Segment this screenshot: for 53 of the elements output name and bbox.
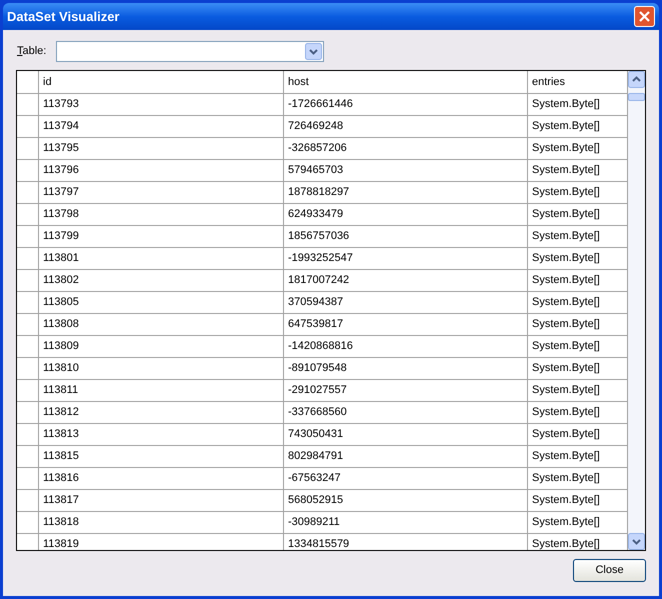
table-cell: 113809 xyxy=(39,336,284,357)
column-header[interactable]: host xyxy=(284,71,528,93)
table-cell: -326857206 xyxy=(284,138,528,159)
table-dropdown[interactable] xyxy=(56,40,324,62)
table-cell: 743050431 xyxy=(284,424,528,445)
table-cell: 647539817 xyxy=(284,314,528,335)
table-cell: 1856757036 xyxy=(284,226,528,247)
close-button[interactable]: Close xyxy=(573,559,646,582)
table-cell: 726469248 xyxy=(284,116,528,137)
scroll-up-icon[interactable] xyxy=(628,71,645,88)
table-cell: 113801 xyxy=(39,248,284,269)
column-header[interactable]: id xyxy=(39,71,284,93)
table-cell: -1420868816 xyxy=(284,336,528,357)
table-cell: 113819 xyxy=(39,534,284,550)
table-cell: 113813 xyxy=(39,424,284,445)
scrollbar[interactable] xyxy=(628,71,645,550)
table-cell: 1334815579 xyxy=(284,534,528,550)
table-cell: 1878818297 xyxy=(284,182,528,203)
table-cell: 113796 xyxy=(39,160,284,181)
table-label: Table: xyxy=(17,44,46,59)
table-cell: 113802 xyxy=(39,270,284,291)
table-cell: 113815 xyxy=(39,446,284,467)
table-cell: -1726661446 xyxy=(284,94,528,115)
table-cell: 579465703 xyxy=(284,160,528,181)
table-cell: 113810 xyxy=(39,358,284,379)
table-cell: -291027557 xyxy=(284,380,528,401)
table-cell: 370594387 xyxy=(284,292,528,313)
scroll-thumb[interactable] xyxy=(628,93,645,101)
table-cell: 802984791 xyxy=(284,446,528,467)
table-cell: -30989211 xyxy=(284,512,528,533)
table-cell: -891079548 xyxy=(284,358,528,379)
table-cell: -1993252547 xyxy=(284,248,528,269)
table-cell: 113794 xyxy=(39,116,284,137)
table-cell: 113816 xyxy=(39,468,284,489)
table-cell: 113817 xyxy=(39,490,284,511)
table-cell: 113805 xyxy=(39,292,284,313)
table-cell: 113812 xyxy=(39,402,284,423)
table-cell: 113797 xyxy=(39,182,284,203)
table-cell: 113795 xyxy=(39,138,284,159)
close-icon[interactable] xyxy=(634,6,655,27)
table-cell: 113818 xyxy=(39,512,284,533)
window-title: DataSet Visualizer xyxy=(7,8,120,26)
table-cell: 113808 xyxy=(39,314,284,335)
table-cell: 624933479 xyxy=(284,204,528,225)
table-cell: 113799 xyxy=(39,226,284,247)
table-cell: 113793 xyxy=(39,94,284,115)
table-cell: 568052915 xyxy=(284,490,528,511)
table-cell: -337668560 xyxy=(284,402,528,423)
table-cell: 113811 xyxy=(39,380,284,401)
table-cell: 113798 xyxy=(39,204,284,225)
table-cell: 1817007242 xyxy=(284,270,528,291)
table-cell: -67563247 xyxy=(284,468,528,489)
scroll-down-icon[interactable] xyxy=(628,533,645,550)
